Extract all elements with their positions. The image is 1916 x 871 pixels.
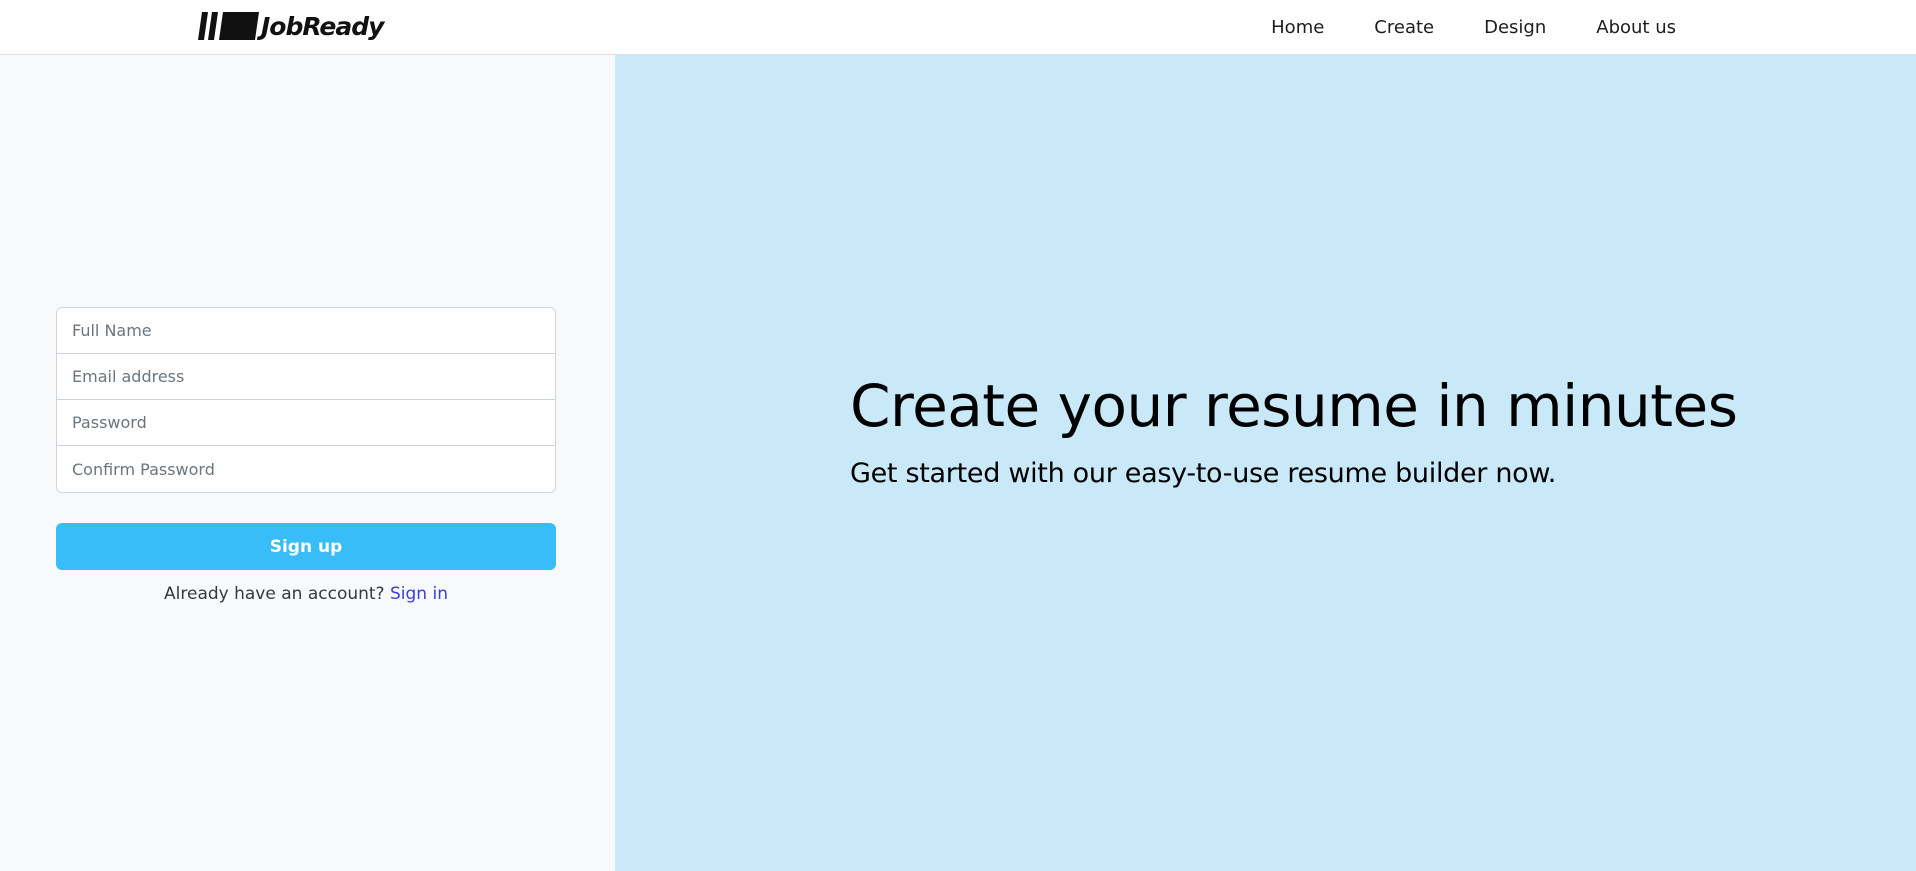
hero-title: Create your resume in minutes — [850, 372, 1738, 440]
nav-design[interactable]: Design — [1484, 17, 1546, 38]
nav-create[interactable]: Create — [1374, 17, 1434, 38]
hero-subtitle: Get started with our easy-to-use resume … — [850, 458, 1556, 489]
brand-name: JobReady — [261, 11, 384, 41]
signup-form: Sign up Already have an account? Sign in — [56, 307, 556, 604]
email-field[interactable] — [57, 354, 555, 400]
password-field[interactable] — [57, 400, 555, 446]
signup-field-group — [56, 307, 556, 493]
signup-panel: Sign up Already have an account? Sign in — [0, 55, 615, 871]
main-nav: Home Create Design About us — [1221, 0, 1676, 54]
confirm-password-field[interactable] — [57, 446, 555, 492]
signin-prompt: Already have an account? Sign in — [56, 584, 556, 604]
sign-up-button[interactable]: Sign up — [56, 523, 556, 570]
sign-in-link[interactable]: Sign in — [390, 584, 448, 604]
nav-home[interactable]: Home — [1271, 17, 1324, 38]
nav-about-us[interactable]: About us — [1596, 17, 1676, 38]
top-navbar: JobReady Home Create Design About us — [0, 0, 1916, 55]
brand-logo[interactable]: JobReady — [197, 9, 384, 43]
already-have-account-text: Already have an account? — [164, 584, 390, 604]
full-name-field[interactable] — [57, 308, 555, 354]
logo-bars-icon — [197, 12, 259, 40]
hero-panel: Create your resume in minutes Get starte… — [615, 55, 1916, 871]
